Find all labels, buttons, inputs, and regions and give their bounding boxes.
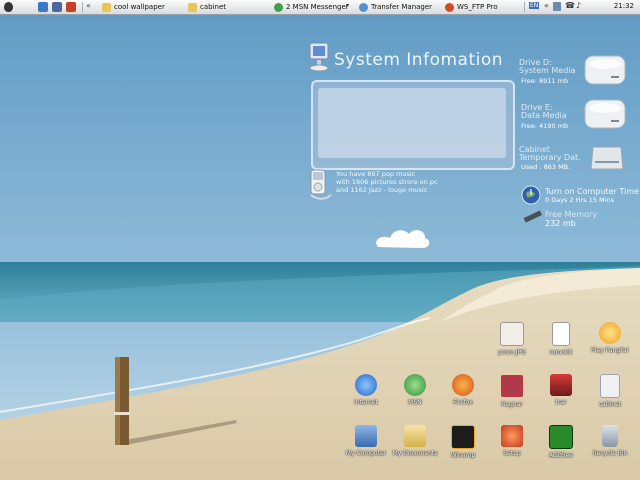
task-label: cool wallpaper [114, 3, 165, 11]
start-button[interactable] [4, 1, 13, 13]
winamp-quicklaunch-icon[interactable] [66, 2, 76, 12]
text-file-icon [552, 322, 570, 346]
task-label: cabinet [200, 3, 227, 11]
music-info-line-2: with 1806 pictures strore on pc [336, 178, 438, 186]
internet-explorer-icon [355, 374, 377, 396]
music-info-line-3: and 1162 Jazz - louge music [336, 186, 428, 194]
monitor-icon [309, 42, 329, 72]
task-label: Transfer Manager [371, 3, 433, 11]
uptime-value: 0 Days 2 Hrs 15 Mins [545, 196, 614, 204]
drive-e-status: Free: 4190 mb [521, 122, 569, 130]
cabinet-name-line-2: Temporary Dat. [519, 153, 581, 162]
recycle-bin-icon [602, 425, 618, 447]
cabinet-status: Used : 863 MB. [521, 163, 571, 171]
task-button-cabinet[interactable]: cabinet [188, 1, 226, 13]
drive-d-name-line-2: System Media [519, 66, 576, 75]
firefox-icon [452, 374, 474, 396]
system-info-title: System Infomation [334, 50, 504, 70]
network-icon[interactable] [553, 2, 561, 11]
desktop-icon-recycle-bin[interactable]: Recycle Bin [580, 425, 640, 457]
ie-quicklaunch-icon[interactable] [38, 2, 48, 12]
music-info-line-1: You have 897 pop music [336, 170, 416, 178]
ragnarok-icon [500, 374, 524, 398]
clock-globe-icon [521, 185, 541, 205]
drive-e-name-line-2: Data Media [521, 111, 567, 120]
chevron-left-icon[interactable]: « [544, 1, 549, 10]
task-label: WS_FTP Pro [457, 3, 498, 11]
memory-value: 232 mb [545, 219, 576, 228]
memory-chip-icon [523, 210, 543, 223]
desktop-icon-cabinet[interactable]: cabinet [580, 374, 640, 408]
memory-label: Free Memory [545, 210, 598, 219]
task-button-ws-ftp[interactable]: WS_FTP Pro [445, 1, 498, 13]
clock[interactable]: 21:32 [614, 2, 634, 10]
my-computer-icon [355, 425, 377, 447]
drive-d-status: Free: 8911 mb [521, 77, 569, 85]
hard-drive-icon[interactable] [583, 52, 627, 88]
folder-icon [102, 2, 111, 12]
jpg-file-icon [500, 322, 524, 346]
chevron-left-icon[interactable]: « [86, 1, 91, 10]
taskbar: « cool wallpaper cabinet 2 MSN Messenger… [0, 0, 640, 15]
uptime-label: Turn on Computer Time [545, 187, 639, 196]
system-info-panel-inner [318, 88, 506, 158]
removable-drive-icon[interactable] [589, 143, 625, 173]
task-button-transfer-manager[interactable]: Transfer Manager [359, 1, 432, 13]
msn-icon [404, 374, 426, 396]
ftp-icon [445, 2, 454, 12]
phone-icon[interactable]: ☎ [565, 1, 575, 10]
apple-logo-icon [4, 2, 13, 12]
my-documents-icon [404, 425, 426, 447]
drive-icon [600, 374, 620, 398]
task-label: 2 MSN Messenger [286, 3, 349, 11]
task-button-msn-messenger[interactable]: 2 MSN Messenger [274, 1, 349, 13]
pangya-icon [599, 322, 621, 344]
dropdown-arrow-icon[interactable]: ▾ [346, 2, 349, 9]
msn-icon [274, 2, 283, 12]
hard-drive-icon[interactable] [583, 96, 627, 132]
language-indicator[interactable]: EN [529, 2, 540, 9]
winamp-icon [451, 425, 475, 449]
ipod-icon [310, 169, 332, 200]
volume-icon[interactable]: ♪ [576, 1, 581, 10]
desktop-icon-play-pangya[interactable]: Play PangYa! [580, 322, 640, 354]
transfer-icon [359, 2, 368, 12]
app-icon [550, 374, 572, 396]
task-button-cool-wallpaper[interactable]: cool wallpaper [102, 1, 165, 13]
folder-icon [188, 2, 197, 12]
acdsee-icon [549, 425, 573, 449]
desktop-quicklaunch-icon[interactable] [52, 2, 62, 12]
setup-icon [501, 425, 523, 447]
